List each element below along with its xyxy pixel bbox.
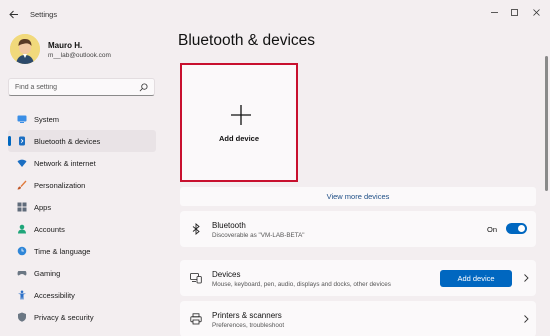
sidebar-item-label: Apps	[34, 202, 52, 212]
devices-subtitle: Mouse, keyboard, pen, audio, displays an…	[212, 281, 391, 288]
printers-subtitle: Preferences, troubleshoot	[212, 322, 285, 329]
monitor-icon	[17, 114, 27, 124]
brush-icon	[17, 180, 27, 190]
close-icon	[532, 8, 540, 16]
apps-icon	[17, 202, 27, 212]
profile-email: m__lab@outlook.com	[48, 52, 111, 59]
search-input[interactable]	[15, 83, 135, 91]
search-icon	[139, 83, 148, 92]
maximize-icon	[510, 8, 518, 16]
app-title: Settings	[30, 10, 58, 19]
sidebar-item-time-language[interactable]: Time & language	[8, 240, 156, 262]
view-more-devices-label: View more devices	[326, 192, 390, 201]
scrollbar[interactable]	[545, 56, 548, 191]
user-profile[interactable]: Mauro H. m__lab@outlook.com	[10, 34, 170, 68]
back-button[interactable]	[7, 8, 21, 20]
sidebar-item-accounts[interactable]: Accounts	[8, 218, 156, 240]
printers-title: Printers & scanners	[212, 311, 282, 320]
sidebar-item-system[interactable]: System	[8, 108, 156, 130]
shield-icon	[17, 312, 27, 322]
bluetooth-toggle[interactable]	[506, 223, 527, 234]
globe-clock-icon	[17, 246, 27, 256]
wifi-icon	[17, 158, 27, 168]
minimize-button[interactable]	[486, 5, 502, 19]
sidebar-item-label: Accessibility	[34, 290, 75, 300]
add-device-tile-label: Add device	[218, 134, 259, 143]
profile-name: Mauro H.	[48, 41, 83, 50]
gamepad-icon	[17, 268, 27, 278]
printers-scanners-card[interactable]: Printers & scanners Preferences, trouble…	[180, 301, 536, 336]
avatar	[10, 34, 40, 64]
chevron-right-icon	[524, 274, 529, 282]
sidebar-item-privacy[interactable]: Privacy & security	[8, 306, 156, 328]
search-box[interactable]	[8, 78, 155, 96]
page-title: Bluetooth & devices	[178, 32, 316, 49]
sidebar-item-apps[interactable]: Apps	[8, 196, 156, 218]
add-device-tile[interactable]: Add device	[180, 63, 298, 182]
sidebar-item-label: Time & language	[34, 246, 91, 256]
back-arrow-icon	[9, 10, 18, 18]
sidebar-item-label: Privacy & security	[34, 312, 94, 322]
sidebar-nav: System Bluetooth & devices Network & int…	[8, 108, 156, 328]
devices-card[interactable]: Devices Mouse, keyboard, pen, audio, dis…	[180, 260, 536, 296]
sidebar-item-label: Accounts	[34, 224, 65, 234]
sidebar-item-bluetooth-devices[interactable]: Bluetooth & devices	[8, 130, 156, 152]
maximize-button[interactable]	[506, 5, 522, 19]
bluetooth-icon	[192, 223, 200, 235]
sidebar-item-network[interactable]: Network & internet	[8, 152, 156, 174]
title-bar: Settings	[0, 0, 550, 28]
person-icon	[17, 224, 27, 234]
devices-icon	[190, 273, 202, 284]
bluetooth-devices-icon	[17, 136, 27, 146]
bluetooth-card: Bluetooth Discoverable as "VM-LAB-BETA" …	[180, 211, 536, 247]
add-device-button[interactable]: Add device	[440, 270, 512, 287]
sidebar-item-label: Network & internet	[34, 158, 96, 168]
chevron-right-icon	[524, 315, 529, 323]
printer-icon	[190, 313, 202, 325]
bluetooth-subtitle: Discoverable as "VM-LAB-BETA"	[212, 232, 305, 239]
sidebar-item-personalization[interactable]: Personalization	[8, 174, 156, 196]
bluetooth-state-label: On	[487, 225, 498, 234]
sidebar-item-label: System	[34, 114, 60, 124]
close-button[interactable]	[528, 5, 544, 19]
minimize-icon	[490, 11, 498, 13]
bluetooth-title: Bluetooth	[212, 221, 246, 230]
accessibility-icon	[17, 290, 27, 300]
avatar-person-icon	[10, 34, 40, 64]
sidebar-item-accessibility[interactable]: Accessibility	[8, 284, 156, 306]
toggle-knob	[518, 225, 525, 232]
devices-title: Devices	[212, 270, 241, 279]
plus-icon	[231, 105, 251, 125]
view-more-devices-button[interactable]: View more devices	[180, 187, 536, 206]
sidebar-item-label: Gaming	[34, 268, 61, 278]
sidebar-item-label: Personalization	[34, 180, 86, 190]
sidebar-item-gaming[interactable]: Gaming	[8, 262, 156, 284]
sidebar-item-label: Bluetooth & devices	[34, 136, 101, 146]
